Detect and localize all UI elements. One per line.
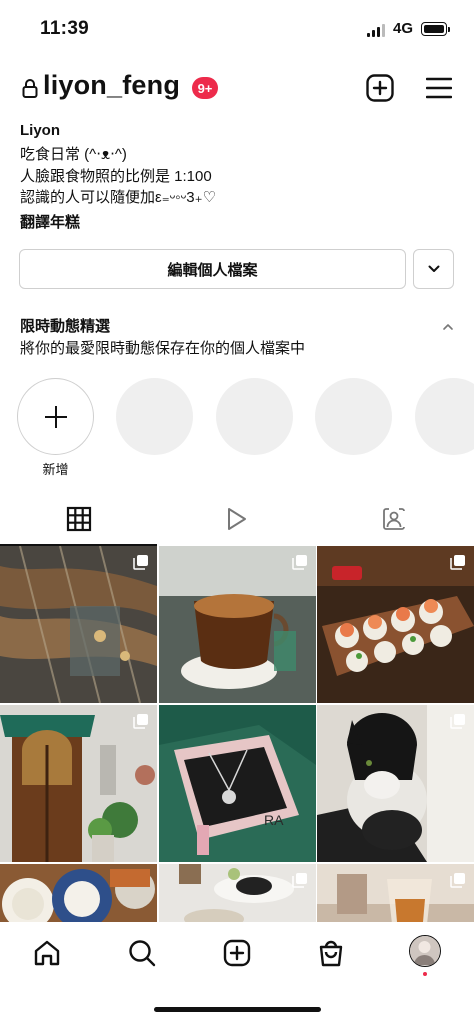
highlights-subtitle: 將你的最愛限時動態保存在你的個人檔案中	[20, 340, 306, 357]
post-thumbnail[interactable]	[317, 546, 474, 703]
multi-photo-icon	[450, 873, 465, 888]
status-time: 11:39	[40, 18, 90, 39]
translate-link[interactable]: 翻譯年糕	[20, 211, 80, 232]
posts-grid: RA	[0, 546, 474, 924]
bio-line: 吃食日常 (^‧ᴥ‧^)	[20, 146, 127, 163]
post-thumbnail[interactable]	[317, 705, 474, 862]
post-thumbnail[interactable]: RA	[159, 705, 316, 862]
activity-dot	[423, 972, 427, 976]
highlights-title: 限時動態精選	[20, 318, 111, 335]
home-indicator[interactable]	[154, 1007, 321, 1012]
post-thumbnail[interactable]	[0, 705, 157, 862]
bottom-navigation	[0, 922, 474, 1024]
post-image	[0, 864, 157, 924]
tagged-icon[interactable]	[381, 506, 407, 532]
highlight-placeholder	[415, 378, 474, 455]
multi-photo-icon	[292, 555, 307, 570]
new-highlight-label: 新增	[42, 462, 69, 477]
edit-profile-button[interactable]: 編輯個人檔案	[19, 249, 406, 289]
bio-line: 人臉跟食物照的比例是 1:100	[20, 168, 212, 185]
highlight-placeholder	[315, 378, 392, 455]
bio-display-name: Liyon	[20, 122, 60, 139]
new-highlight-button[interactable]	[17, 378, 94, 455]
profile-avatar[interactable]	[409, 935, 441, 967]
post-thumbnail[interactable]	[159, 546, 316, 703]
post-thumbnail[interactable]	[317, 864, 474, 924]
chevron-up-icon[interactable]	[441, 320, 455, 334]
grid-icon[interactable]	[66, 506, 92, 532]
highlight-placeholder	[216, 378, 293, 455]
multi-photo-icon	[133, 714, 148, 729]
multi-photo-icon	[450, 714, 465, 729]
plus-icon	[44, 405, 67, 428]
home-icon[interactable]	[32, 938, 62, 968]
search-icon[interactable]	[127, 938, 157, 968]
avatar-image	[410, 936, 439, 965]
battery-icon	[421, 22, 450, 36]
multi-photo-icon	[450, 555, 465, 570]
bio-line: 認識的人可以隨便加ε₌ᵕ◦ᵕ3₊♡	[20, 189, 216, 206]
multi-photo-icon	[292, 873, 307, 888]
lock-icon	[22, 79, 38, 98]
highlight-placeholder	[116, 378, 193, 455]
profile-username[interactable]: liyon_feng	[43, 70, 180, 101]
menu-icon[interactable]	[426, 77, 452, 99]
notification-badge[interactable]: 9+	[192, 77, 218, 99]
network-label: 4G	[393, 20, 414, 37]
post-thumbnail[interactable]	[0, 864, 157, 924]
reels-icon[interactable]	[223, 506, 249, 532]
suggestions-dropdown-button[interactable]	[413, 249, 454, 289]
signal-icon	[367, 23, 387, 37]
post-thumbnail[interactable]	[0, 546, 157, 703]
post-image: RA	[159, 705, 316, 862]
multi-photo-icon	[133, 555, 148, 570]
post-thumbnail[interactable]	[159, 864, 316, 924]
new-post-icon[interactable]	[366, 74, 394, 102]
create-icon[interactable]	[222, 938, 252, 968]
chevron-down-icon	[428, 265, 439, 272]
shop-icon[interactable]	[316, 938, 346, 968]
box-brand-mark: RA	[264, 812, 284, 828]
